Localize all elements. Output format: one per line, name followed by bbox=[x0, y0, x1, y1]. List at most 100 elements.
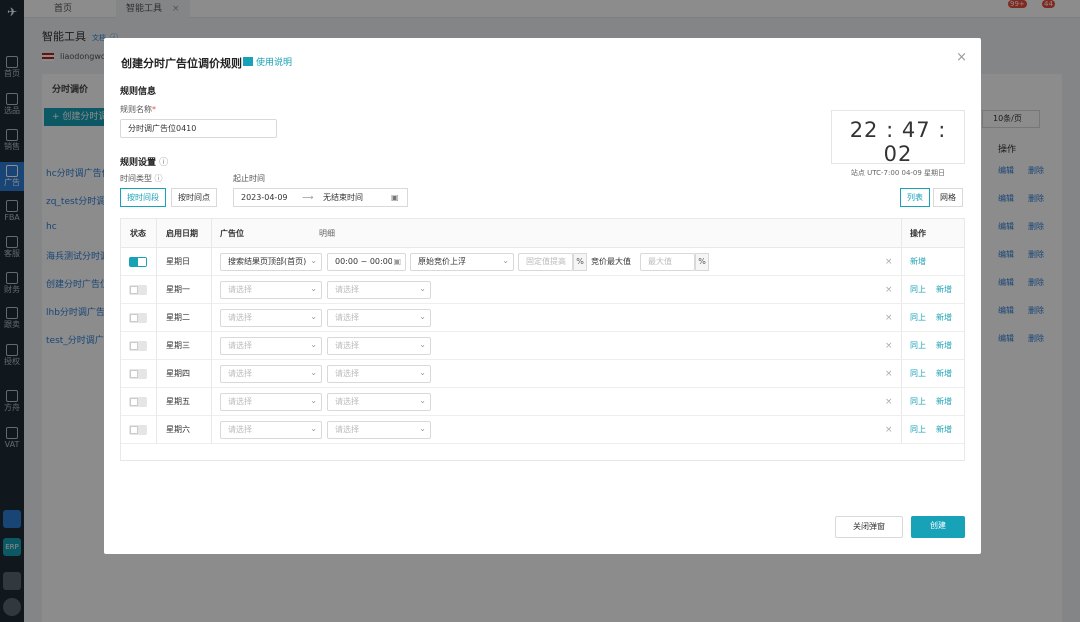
add-link[interactable]: 新增 bbox=[936, 276, 952, 304]
percent-suffix: % bbox=[573, 253, 587, 271]
status-toggle[interactable] bbox=[129, 425, 147, 435]
max-bid-input[interactable]: 最大值 bbox=[640, 253, 695, 271]
add-link[interactable]: 新增 bbox=[910, 248, 926, 276]
time-type-period-button[interactable]: 按时间段 bbox=[120, 188, 166, 207]
status-toggle[interactable] bbox=[129, 369, 147, 379]
remove-icon[interactable]: × bbox=[885, 360, 893, 388]
clock-time: 22 : 47 : 02 bbox=[849, 118, 947, 166]
chevron-down-icon: ⌄ bbox=[310, 284, 317, 293]
time-select[interactable]: 请选择 ⌄ bbox=[327, 281, 431, 299]
rule-name-label: 规则名称* bbox=[120, 104, 156, 115]
rule-name-input[interactable]: 分时调广告位0410 bbox=[120, 119, 277, 138]
placeholder: 请选择 bbox=[228, 313, 252, 322]
view-list-button[interactable]: 列表 bbox=[900, 188, 930, 207]
table-row: 星期二 请选择 ⌄ 请选择 ⌄ × 同上 新增 bbox=[121, 304, 964, 332]
time-select[interactable]: 请选择 ⌄ bbox=[327, 337, 431, 355]
status-toggle[interactable] bbox=[129, 313, 147, 323]
add-link[interactable]: 新增 bbox=[936, 388, 952, 416]
time-range-picker[interactable]: 00:00 ~ 00:00 ▣ bbox=[327, 253, 406, 271]
chevron-down-icon: ⌄ bbox=[310, 256, 317, 265]
remove-icon[interactable]: × bbox=[885, 416, 893, 444]
time-select[interactable]: 请选择 ⌄ bbox=[327, 365, 431, 383]
start-date: 2023-04-09 bbox=[241, 193, 288, 202]
table-row: 星期六 请选择 ⌄ 请选择 ⌄ × 同上 新增 bbox=[121, 416, 964, 444]
placeholder: 请选择 bbox=[335, 425, 359, 434]
day-label: 星期二 bbox=[166, 313, 190, 322]
toggle-knob bbox=[130, 370, 138, 378]
placement-select[interactable]: 请选择 ⌄ bbox=[220, 337, 322, 355]
copy-above-link[interactable]: 同上 bbox=[910, 332, 926, 360]
date-range-picker[interactable]: 2023-04-09 ⟶ 无结束时间 ▣ bbox=[233, 188, 408, 207]
placeholder: 请选择 bbox=[335, 313, 359, 322]
chevron-down-icon: ⌄ bbox=[310, 312, 317, 321]
copy-above-link[interactable]: 同上 bbox=[910, 388, 926, 416]
placement-select[interactable]: 搜索结果页顶部(首页) ⌄ bbox=[220, 253, 322, 271]
remove-icon[interactable]: × bbox=[885, 248, 893, 276]
help-link[interactable]: 使用说明 bbox=[243, 55, 292, 68]
fixed-increase-input[interactable]: 固定值提高 bbox=[518, 253, 573, 271]
time-select[interactable]: 请选择 ⌄ bbox=[327, 309, 431, 327]
label-text: 时间类型 bbox=[120, 174, 152, 183]
time-type-point-button[interactable]: 按时间点 bbox=[171, 188, 217, 207]
chevron-down-icon: ⌄ bbox=[419, 340, 426, 349]
copy-above-link[interactable]: 同上 bbox=[910, 416, 926, 444]
col-detail: 明细 bbox=[319, 229, 335, 238]
day-label: 星期六 bbox=[166, 425, 190, 434]
day-label: 星期四 bbox=[166, 369, 190, 378]
strategy-select[interactable]: 原始竞价上浮 ⌄ bbox=[410, 253, 514, 271]
copy-above-link[interactable]: 同上 bbox=[910, 276, 926, 304]
placeholder: 请选择 bbox=[335, 285, 359, 294]
col-placement: 广告位 bbox=[220, 229, 244, 238]
create-button[interactable]: 创建 bbox=[911, 516, 965, 538]
placement-select[interactable]: 请选择 ⌄ bbox=[220, 421, 322, 439]
book-icon bbox=[243, 57, 253, 66]
close-icon[interactable]: × bbox=[956, 50, 967, 65]
dialog-title: 创建分时广告位调价规则 bbox=[121, 57, 242, 70]
end-date: 无结束时间 bbox=[323, 193, 363, 202]
table-row: 星期一 请选择 ⌄ 请选择 ⌄ × 同上 新增 bbox=[121, 276, 964, 304]
placement-select[interactable]: 请选择 ⌄ bbox=[220, 309, 322, 327]
status-toggle[interactable] bbox=[129, 397, 147, 407]
copy-above-link[interactable]: 同上 bbox=[910, 304, 926, 332]
col-date: 启用日期 bbox=[166, 229, 198, 238]
chevron-down-icon: ⌄ bbox=[419, 312, 426, 321]
table-row: 星期四 请选择 ⌄ 请选择 ⌄ × 同上 新增 bbox=[121, 360, 964, 388]
add-link[interactable]: 新增 bbox=[936, 360, 952, 388]
toggle-knob bbox=[130, 398, 138, 406]
section-rule-settings: 规则设置 ⓘ bbox=[120, 155, 168, 168]
arrow-icon: ⟶ bbox=[302, 193, 314, 202]
placement-select[interactable]: 请选择 ⌄ bbox=[220, 365, 322, 383]
chevron-down-icon: ⌄ bbox=[310, 368, 317, 377]
placement-select[interactable]: 请选择 ⌄ bbox=[220, 281, 322, 299]
chevron-down-icon: ⌄ bbox=[310, 340, 317, 349]
status-toggle[interactable] bbox=[129, 341, 147, 351]
chevron-down-icon: ⌄ bbox=[419, 424, 426, 433]
help-label: 使用说明 bbox=[256, 58, 293, 68]
placeholder: 请选择 bbox=[228, 397, 252, 406]
remove-icon[interactable]: × bbox=[885, 388, 893, 416]
chevron-down-icon: ⌄ bbox=[419, 396, 426, 405]
chevron-down-icon: ⌄ bbox=[310, 424, 317, 433]
time-select[interactable]: 请选择 ⌄ bbox=[327, 421, 431, 439]
remove-icon[interactable]: × bbox=[885, 332, 893, 360]
time-select[interactable]: 请选择 ⌄ bbox=[327, 393, 431, 411]
status-toggle[interactable] bbox=[129, 257, 147, 267]
placeholder: 固定值提高 bbox=[526, 257, 566, 266]
copy-above-link[interactable]: 同上 bbox=[910, 360, 926, 388]
calendar-icon: ▣ bbox=[392, 254, 401, 270]
remove-icon[interactable]: × bbox=[885, 304, 893, 332]
add-link[interactable]: 新增 bbox=[936, 416, 952, 444]
add-link[interactable]: 新增 bbox=[936, 304, 952, 332]
status-toggle[interactable] bbox=[129, 285, 147, 295]
section-title: 规则设置 bbox=[120, 158, 157, 168]
view-grid-button[interactable]: 网格 bbox=[933, 188, 963, 207]
close-dialog-button[interactable]: 关闭弹窗 bbox=[835, 516, 903, 538]
chevron-down-icon: ⌄ bbox=[310, 396, 317, 405]
add-link[interactable]: 新增 bbox=[936, 332, 952, 360]
placement-select[interactable]: 请选择 ⌄ bbox=[220, 393, 322, 411]
chevron-down-icon: ⌄ bbox=[502, 256, 509, 265]
day-label: 星期五 bbox=[166, 397, 190, 406]
table-row: 星期日 搜索结果页顶部(首页) ⌄ 00:00 ~ 00:00 ▣ 原始竞价上浮 ⌄ … bbox=[121, 248, 964, 276]
remove-icon[interactable]: × bbox=[885, 276, 893, 304]
toggle-knob bbox=[130, 314, 138, 322]
